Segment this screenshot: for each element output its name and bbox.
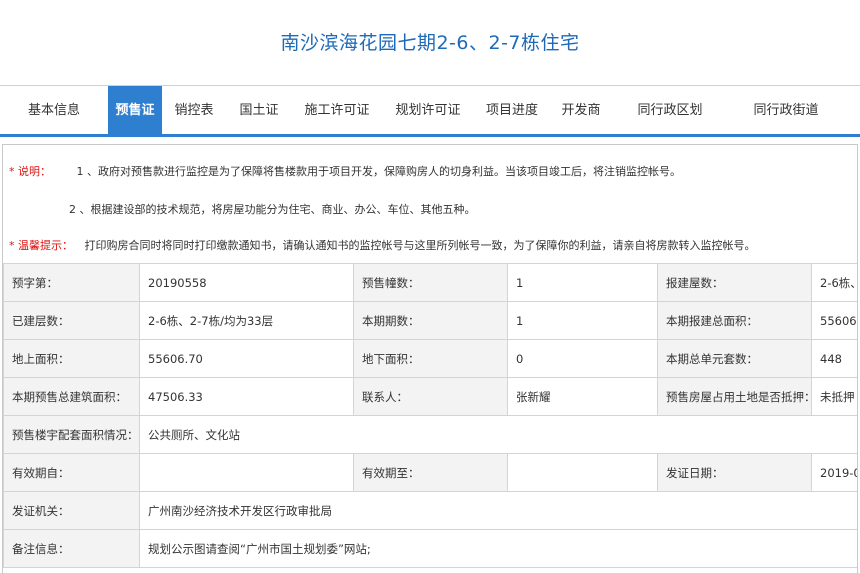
units-label: 本期总单元套数： — [657, 339, 812, 378]
table-row: 有效期自： 有效期至： 发证日期： 2019-08-29 — [3, 453, 857, 492]
tip-note: * 温馨提示： 打印购房合同时将同时打印缴款通知书，请确认通知书的监控帐号与这里… — [9, 237, 756, 253]
table-row: 地上面积： 55606.70 地下面积： 0 本期总单元套数： 448 — [3, 339, 857, 378]
reported-area-label: 本期报建总面积： — [657, 301, 812, 340]
tab-land-cert[interactable]: 国土证 — [226, 86, 292, 135]
issue-date-value: 2019-08-29 — [811, 453, 857, 492]
table-row: 备注信息： 规划公示图请查阅“广州市国土规划委”网站; — [3, 529, 857, 568]
reported-floors-value: 2-6栋、2-7栋/均为49层 — [811, 263, 857, 302]
issuer-value: 广州南沙经济技术开发区行政审批局 — [139, 491, 857, 530]
remark-label: 备注信息： — [3, 529, 140, 568]
reported-area-value: 55606.70 — [811, 301, 857, 340]
page-title: 南沙滨海花园七期2-6、2-7栋住宅 — [280, 32, 580, 54]
phase-label: 本期期数： — [353, 301, 508, 340]
issuer-label: 发证机关： — [3, 491, 140, 530]
above-area-value: 55606.70 — [139, 339, 354, 378]
presale-area-label: 本期预售总建筑面积： — [3, 377, 140, 416]
tab-sales-control[interactable]: 销控表 — [162, 86, 226, 135]
tab-basic-info[interactable]: 基本信息 — [0, 86, 108, 135]
tab-project-progress[interactable]: 项目进度 — [474, 86, 550, 135]
built-floors-value: 2-6栋、2-7栋/均为33层 — [139, 301, 354, 340]
remark-value: 规划公示图请查阅“广州市国土规划委”网站; — [139, 529, 857, 568]
mortgage-value: 未抵押 — [811, 377, 857, 416]
under-area-label: 地下面积： — [353, 339, 508, 378]
presale-buildings-value: 1 — [507, 263, 658, 302]
facility-value: 公共厕所、文化站 — [139, 415, 857, 454]
tab-developer[interactable]: 开发商 — [550, 86, 612, 135]
reported-floors-label: 报建屋数： — [657, 263, 812, 302]
valid-to-value — [507, 453, 658, 492]
tab-same-street[interactable]: 同行政街道 — [728, 86, 844, 135]
tip-text: 打印购房合同时将同时打印缴款通知书，请确认通知书的监控帐号与这里所列帐号一致，为… — [84, 239, 756, 252]
table-row: 已建层数： 2-6栋、2-7栋/均为33层 本期期数： 1 本期报建总面积： 5… — [3, 301, 857, 340]
presale-buildings-label: 预售幢数： — [353, 263, 508, 302]
valid-to-label: 有效期至： — [353, 453, 508, 492]
explain-note-1: * 说明： 1 、政府对预售款进行监控是为了保障将售楼款用于项目开发，保障购房人… — [9, 163, 681, 179]
presale-info-table: 预字第： 20190558 预售幢数： 1 报建屋数： 2-6栋、2-7栋/均为… — [3, 263, 857, 568]
table-row: 发证机关： 广州南沙经济技术开发区行政审批局 — [3, 491, 857, 530]
contact-value: 张新耀 — [507, 377, 658, 416]
tab-presale-permit[interactable]: 预售证 — [108, 86, 162, 135]
tip-label: * 温馨提示： — [9, 239, 73, 252]
table-row: 预字第： 20190558 预售幢数： 1 报建屋数： 2-6栋、2-7栋/均为… — [3, 263, 857, 302]
built-floors-label: 已建层数： — [3, 301, 140, 340]
tab-bar: 基本信息 预售证 销控表 国土证 施工许可证 规划许可证 项目进度 开发商 同行… — [0, 85, 860, 137]
facility-label: 预售楼宇配套面积情况： — [3, 415, 140, 454]
presale-permit-panel: * 说明： 1 、政府对预售款进行监控是为了保障将售楼款用于项目开发，保障购房人… — [2, 144, 858, 573]
explain-text-2: 2 、根据建设部的技术规范，将房屋功能分为住宅、商业、办公、车位、其他五种。 — [69, 203, 476, 216]
tab-planning-permit[interactable]: 规划许可证 — [382, 86, 474, 135]
tab-same-district[interactable]: 同行政区划 — [612, 86, 728, 135]
mortgage-label: 预售房屋占用土地是否抵押： — [657, 377, 816, 416]
tab-construction-permit[interactable]: 施工许可证 — [292, 86, 382, 135]
explain-label: * 说明： — [9, 165, 51, 178]
under-area-value: 0 — [507, 339, 658, 378]
table-row: 本期预售总建筑面积： 47506.33 联系人： 张新耀 预售房屋占用土地是否抵… — [3, 377, 857, 416]
presale-no-label: 预字第： — [3, 263, 140, 302]
phase-value: 1 — [507, 301, 658, 340]
contact-label: 联系人： — [353, 377, 508, 416]
presale-no-value: 20190558 — [139, 263, 354, 302]
presale-area-value: 47506.33 — [139, 377, 354, 416]
valid-from-value — [139, 453, 354, 492]
issue-date-label: 发证日期： — [657, 453, 812, 492]
above-area-label: 地上面积： — [3, 339, 140, 378]
explain-text-1: 1 、政府对预售款进行监控是为了保障将售楼款用于项目开发，保障购房人的切身利益。… — [76, 165, 682, 178]
units-value: 448 — [811, 339, 857, 378]
valid-from-label: 有效期自： — [3, 453, 140, 492]
table-row: 预售楼宇配套面积情况： 公共厕所、文化站 — [3, 415, 857, 454]
